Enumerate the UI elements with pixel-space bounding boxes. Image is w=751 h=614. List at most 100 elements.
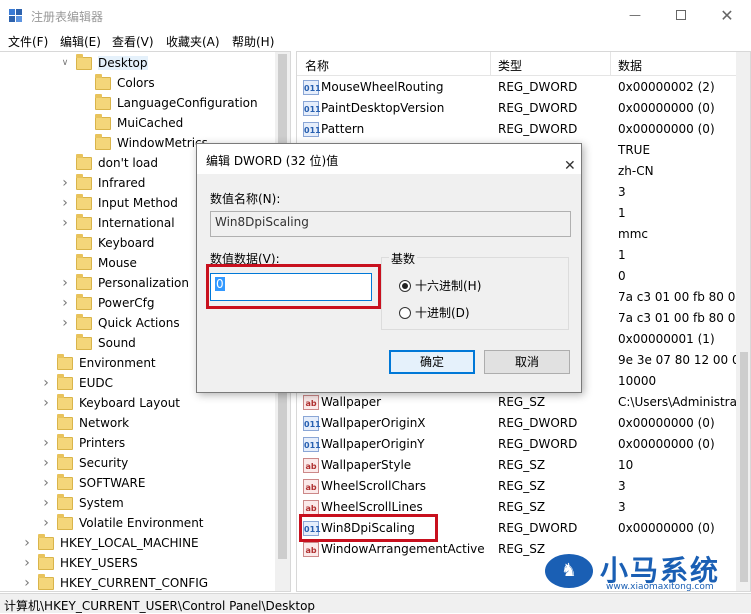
- tree-item[interactable]: › HKEY_CURRENT_CONFIG: [21, 573, 208, 591]
- tree-item[interactable]: › HKEY_USERS: [21, 553, 138, 573]
- table-row[interactable]: 011 PaintDesktopVersion REG_DWORD 0x0000000…: [297, 98, 750, 119]
- tree-item[interactable]: › Printers: [40, 433, 125, 453]
- value-data: 0x00000000 (0): [618, 416, 715, 430]
- cancel-button[interactable]: 取消: [484, 350, 570, 374]
- tree-item-label: HKEY_LOCAL_MACHINE: [60, 536, 199, 550]
- tree-item[interactable]: › Input Method: [59, 193, 178, 213]
- chevron-right-icon[interactable]: ›: [21, 575, 33, 591]
- tree-item[interactable]: › EUDC: [40, 373, 113, 393]
- chevron-right-icon[interactable]: ›: [40, 495, 52, 511]
- chevron-right-icon[interactable]: ›: [40, 435, 52, 451]
- menu-favorites[interactable]: 收藏夹(A): [166, 33, 220, 50]
- chevron-right-icon[interactable]: ›: [59, 315, 71, 331]
- chevron-right-icon[interactable]: ›: [59, 195, 71, 211]
- value-data: mmc: [618, 227, 648, 241]
- radio-selected-icon: [399, 279, 411, 292]
- list-scroll-thumb[interactable]: [740, 352, 748, 582]
- menu-bar: 文件(F) 编辑(E) 查看(V) 收藏夹(A) 帮助(H): [0, 30, 751, 50]
- tree-item[interactable]: › System: [40, 493, 124, 513]
- tree-item[interactable]: Network: [40, 413, 129, 433]
- tree-item[interactable]: don't load: [59, 153, 158, 173]
- menu-view[interactable]: 查看(V): [112, 33, 154, 50]
- close-button[interactable]: ✕: [704, 0, 750, 30]
- close-icon: ✕: [564, 158, 576, 174]
- value-data: 0x00000000 (0): [618, 521, 715, 535]
- tree-item[interactable]: WindowMetrics: [78, 133, 208, 153]
- tree-item-label: Desktop: [98, 56, 148, 70]
- chevron-right-icon[interactable]: ›: [40, 395, 52, 411]
- folder-icon: [57, 353, 73, 370]
- title-bar: 注册表编辑器 — ✕: [0, 0, 751, 30]
- chevron-right-icon[interactable]: ›: [40, 375, 52, 391]
- tree-item[interactable]: ∨ Desktop: [59, 53, 148, 73]
- tree-item[interactable]: › SOFTWARE: [40, 473, 145, 493]
- tree-item[interactable]: › Personalization: [59, 273, 189, 293]
- table-row[interactable]: 011 MouseWheelRouting REG_DWORD 0x00000002 …: [297, 77, 750, 98]
- chevron-right-icon[interactable]: ›: [59, 275, 71, 291]
- tree-item[interactable]: › Quick Actions: [59, 313, 180, 333]
- chevron-right-icon[interactable]: ›: [40, 475, 52, 491]
- table-row[interactable]: 011 WallpaperOriginX REG_DWORD 0x00000000 (…: [297, 413, 750, 434]
- chevron-right-icon[interactable]: ›: [21, 555, 33, 571]
- value-type: REG_DWORD: [498, 122, 578, 136]
- hex-radio[interactable]: 十六进制(H): [399, 277, 481, 294]
- value-type: REG_DWORD: [498, 437, 578, 451]
- folder-icon: [76, 153, 92, 170]
- chevron-right-icon[interactable]: ›: [40, 455, 52, 471]
- tree-item[interactable]: MuiCached: [78, 113, 183, 133]
- column-name-header[interactable]: 名称: [305, 57, 329, 74]
- table-row[interactable]: ab WheelScrollChars REG_SZ 3: [297, 476, 750, 497]
- chevron-right-icon[interactable]: ›: [59, 295, 71, 311]
- menu-edit[interactable]: 编辑(E): [60, 33, 101, 50]
- chevron-right-icon[interactable]: ›: [59, 175, 71, 191]
- tree-item[interactable]: › Volatile Environment: [40, 513, 204, 533]
- binary-value-icon: 011: [303, 101, 321, 116]
- tree-item-label: MuiCached: [117, 116, 184, 130]
- table-row[interactable]: ab WallpaperStyle REG_SZ 10: [297, 455, 750, 476]
- chevron-right-icon[interactable]: ›: [40, 515, 52, 531]
- folder-icon: [76, 253, 92, 270]
- dec-radio[interactable]: 十进制(D): [399, 304, 470, 321]
- menu-help[interactable]: 帮助(H): [232, 33, 274, 50]
- value-name: PaintDesktopVersion: [321, 101, 445, 115]
- value-type: REG_DWORD: [498, 80, 578, 94]
- table-row[interactable]: 011 Pattern REG_DWORD 0x00000000 (0): [297, 119, 750, 140]
- tree-item[interactable]: › Infrared: [59, 173, 145, 193]
- table-row[interactable]: 011 WallpaperOriginY REG_DWORD 0x00000000 (…: [297, 434, 750, 455]
- dialog-close-button[interactable]: ✕: [555, 150, 576, 174]
- column-data-header[interactable]: 数据: [618, 57, 642, 74]
- string-value-icon: ab: [303, 542, 319, 557]
- maximize-button[interactable]: [658, 0, 704, 30]
- ok-button[interactable]: 确定: [389, 350, 475, 374]
- tree-item-label: SOFTWARE: [79, 476, 146, 490]
- chevron-right-icon[interactable]: ›: [21, 535, 33, 551]
- tree-item[interactable]: LanguageConfiguration: [78, 93, 258, 113]
- tree-item[interactable]: › HKEY_LOCAL_MACHINE: [21, 533, 199, 553]
- tree-item-label: Volatile Environment: [79, 516, 204, 530]
- tree-item[interactable]: › Security: [40, 453, 128, 473]
- table-row[interactable]: ab Wallpaper REG_SZ C:\Users\Administra: [297, 392, 750, 413]
- tree-item[interactable]: Environment: [40, 353, 156, 373]
- tree-item[interactable]: Sound: [59, 333, 136, 353]
- chevron-right-icon[interactable]: ›: [59, 215, 71, 231]
- menu-file[interactable]: 文件(F): [8, 33, 48, 50]
- value-data: 7a c3 01 00 fb 80 04: [618, 311, 744, 325]
- value-name: WallpaperStyle: [321, 458, 412, 472]
- string-value-icon: ab: [303, 500, 319, 515]
- chevron-down-icon[interactable]: ∨: [59, 58, 71, 68]
- tree-item[interactable]: › International: [59, 213, 175, 233]
- tree-item[interactable]: Mouse: [59, 253, 137, 273]
- tree-item[interactable]: › PowerCfg: [59, 293, 155, 313]
- tree-item[interactable]: Keyboard: [59, 233, 154, 253]
- tree-item[interactable]: Colors: [78, 73, 155, 93]
- minimize-button[interactable]: —: [612, 0, 658, 30]
- window-title: 注册表编辑器: [31, 10, 104, 24]
- tree-item[interactable]: › Keyboard Layout: [40, 393, 180, 413]
- tree-item-label: Security: [79, 456, 129, 470]
- value-data: 0x00000000 (0): [618, 437, 715, 451]
- column-type-header[interactable]: 类型: [498, 57, 522, 74]
- binary-value-icon: 011: [303, 437, 321, 452]
- regedit-icon: [9, 9, 22, 22]
- value-data: 10: [618, 458, 634, 472]
- list-scrollbar[interactable]: [736, 52, 750, 591]
